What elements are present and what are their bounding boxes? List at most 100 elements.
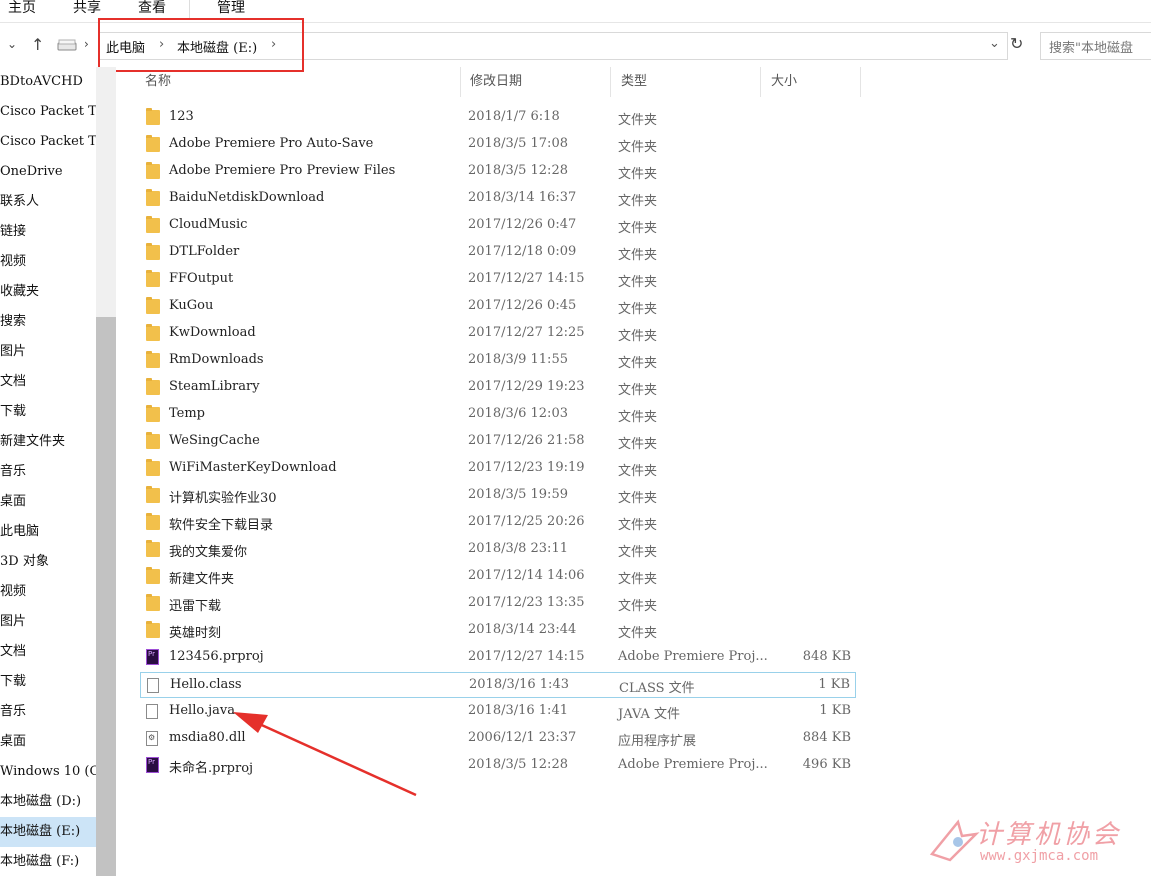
- sidebar-item[interactable]: 图片: [0, 337, 96, 367]
- sidebar-item[interactable]: 搜索: [0, 307, 96, 337]
- file-name: Adobe Premiere Pro Auto-Save: [169, 136, 374, 151]
- file-row[interactable]: Adobe Premiere Pro Preview Files 2018/3/5…: [140, 159, 856, 185]
- file-type: 文件夹: [618, 167, 658, 182]
- sidebar-item[interactable]: 文档: [0, 367, 96, 397]
- file-row[interactable]: KuGou 2017/12/26 0:45 文件夹: [140, 294, 856, 320]
- sidebar-item[interactable]: Cisco Packet Trac: [0, 97, 116, 127]
- sidebar-item[interactable]: BDtoAVCHD: [0, 67, 96, 97]
- sidebar-item[interactable]: OneDrive: [0, 157, 96, 187]
- file-name: WeSingCache: [169, 433, 260, 448]
- column-header-name[interactable]: 名称: [145, 67, 171, 97]
- sidebar-item[interactable]: 本地磁盘 (D:): [0, 787, 96, 817]
- tab-view[interactable]: 查看: [138, 0, 166, 17]
- file-row[interactable]: 迅雷下载 2017/12/23 13:35 文件夹: [140, 591, 856, 617]
- file-type: 文件夹: [618, 518, 658, 533]
- recent-locations-chevron-icon[interactable]: ⌄: [7, 37, 17, 51]
- refresh-icon[interactable]: ↻: [1010, 34, 1023, 53]
- file-row[interactable]: Pr 123456.prproj 2017/12/27 14:15 Adobe Pre…: [140, 645, 856, 671]
- chevron-right-icon[interactable]: ›: [84, 37, 89, 51]
- file-row[interactable]: Adobe Premiere Pro Auto-Save 2018/3/5 17:…: [140, 132, 856, 158]
- file-name: KwDownload: [169, 325, 256, 340]
- sidebar-item-label: 下载: [0, 404, 27, 419]
- tab-share[interactable]: 共享: [73, 0, 101, 17]
- column-header-type[interactable]: 类型: [621, 67, 647, 97]
- file-row[interactable]: KwDownload 2017/12/27 12:25 文件夹: [140, 321, 856, 347]
- file-name: 未命名.prproj: [169, 761, 254, 776]
- sidebar-item[interactable]: 收藏夹: [0, 277, 96, 307]
- file-type: 文件夹: [618, 302, 658, 317]
- file-row[interactable]: Pr 未命名.prproj 2018/3/5 12:28 Adobe Premiere…: [140, 753, 856, 779]
- folder-icon: [146, 459, 160, 476]
- column-divider[interactable]: [460, 67, 461, 97]
- file-row[interactable]: Temp 2018/3/6 12:03 文件夹: [140, 402, 856, 428]
- file-row[interactable]: FFOutput 2017/12/27 14:15 文件夹: [140, 267, 856, 293]
- file-date: 2017/12/26 0:47: [468, 217, 577, 232]
- sidebar-item[interactable]: Windows 10 (C:): [0, 757, 109, 787]
- sidebar-item[interactable]: 3D 对象: [0, 547, 96, 577]
- file-row[interactable]: 软件安全下载目录 2017/12/25 20:26 文件夹: [140, 510, 856, 536]
- file-type: 文件夹: [618, 437, 658, 452]
- sidebar-item-label: 文档: [0, 644, 27, 659]
- file-row[interactable]: SteamLibrary 2017/12/29 19:23 文件夹: [140, 375, 856, 401]
- sidebar-item[interactable]: 桌面: [0, 727, 96, 757]
- folder-icon: [146, 135, 160, 152]
- tab-home[interactable]: 主页: [8, 0, 36, 17]
- sidebar-item[interactable]: Cisco Packet Trac: [0, 127, 116, 157]
- address-dropdown-chevron-icon[interactable]: ⌄: [989, 36, 1000, 51]
- sidebar-item[interactable]: 音乐: [0, 697, 96, 727]
- column-divider[interactable]: [760, 67, 761, 97]
- file-type: 文件夹: [618, 599, 658, 614]
- file-row[interactable]: 123 2018/1/7 6:18 文件夹: [140, 105, 856, 131]
- watermark-url: www.gxjmca.com: [980, 848, 1099, 864]
- column-divider[interactable]: [610, 67, 611, 97]
- file-row[interactable]: DTLFolder 2017/12/18 0:09 文件夹: [140, 240, 856, 266]
- sidebar-item[interactable]: 音乐: [0, 457, 96, 487]
- file-date: 2017/12/18 0:09: [468, 244, 577, 259]
- file-row[interactable]: 计算机实验作业30 2018/3/5 19:59 文件夹: [140, 483, 856, 509]
- file-row[interactable]: 我的文集爱你 2018/3/8 23:11 文件夹: [140, 537, 856, 563]
- tab-manage[interactable]: 管理: [217, 0, 245, 17]
- sidebar-item[interactable]: 联系人: [0, 187, 96, 217]
- sidebar-item[interactable]: 本地磁盘 (F:): [0, 847, 96, 876]
- file-row[interactable]: RmDownloads 2018/3/9 11:55 文件夹: [140, 348, 856, 374]
- sidebar-item[interactable]: 下载: [0, 667, 96, 697]
- premiere-project-icon: Pr: [146, 649, 159, 665]
- file-name: KuGou: [169, 298, 214, 313]
- file-type: 文件夹: [618, 410, 658, 425]
- file-row[interactable]: 新建文件夹 2017/12/14 14:06 文件夹: [140, 564, 856, 590]
- sidebar-item[interactable]: 视频: [0, 247, 96, 277]
- sidebar-item[interactable]: 下载: [0, 397, 96, 427]
- folder-icon: [146, 243, 160, 260]
- folder-icon: [146, 108, 160, 125]
- sidebar-item[interactable]: 视频: [0, 577, 96, 607]
- file-row[interactable]: WiFiMasterKeyDownload 2017/12/23 19:19 文件夹: [140, 456, 856, 482]
- column-header-size[interactable]: 大小: [771, 67, 797, 97]
- search-input[interactable]: 搜索"本地磁盘: [1040, 32, 1151, 60]
- file-date: 2017/12/27 12:25: [468, 325, 585, 340]
- file-size: 884 KB: [802, 730, 851, 745]
- up-arrow-icon[interactable]: ↑: [31, 35, 44, 54]
- sidebar-item[interactable]: 图片: [0, 607, 96, 637]
- drive-icon: [57, 37, 77, 56]
- sidebar-item[interactable]: 桌面: [0, 487, 96, 517]
- file-date: 2018/3/5 19:59: [468, 487, 568, 502]
- sidebar-item[interactable]: 本地磁盘 (E:): [0, 817, 96, 847]
- file-row[interactable]: Hello.class 2018/3/16 1:43 CLASS 文件 1 KB: [140, 672, 856, 698]
- sidebar-item[interactable]: 链接: [0, 217, 96, 247]
- sidebar-item-label: 此电脑: [0, 524, 40, 539]
- sidebar-item-label: Windows 10 (C:): [0, 764, 109, 779]
- sidebar-item[interactable]: 此电脑: [0, 517, 96, 547]
- sidebar-scrollbar-thumb[interactable]: [96, 317, 116, 876]
- file-row[interactable]: 英雄时刻 2018/3/14 23:44 文件夹: [140, 618, 856, 644]
- file-type: CLASS 文件: [619, 681, 695, 696]
- sidebar-item[interactable]: 文档: [0, 637, 96, 667]
- column-header-date[interactable]: 修改日期: [470, 67, 522, 97]
- file-row[interactable]: msdia80.dll 2006/12/1 23:37 应用程序扩展 884 KB: [140, 726, 856, 752]
- file-row[interactable]: CloudMusic 2017/12/26 0:47 文件夹: [140, 213, 856, 239]
- column-divider[interactable]: [860, 67, 861, 97]
- file-row[interactable]: WeSingCache 2017/12/26 21:58 文件夹: [140, 429, 856, 455]
- file-row[interactable]: Hello.java 2018/3/16 1:41 JAVA 文件 1 KB: [140, 699, 856, 725]
- sidebar-item[interactable]: 新建文件夹: [0, 427, 96, 457]
- file-row[interactable]: BaiduNetdiskDownload 2018/3/14 16:37 文件夹: [140, 186, 856, 212]
- file-type: 应用程序扩展: [618, 734, 697, 749]
